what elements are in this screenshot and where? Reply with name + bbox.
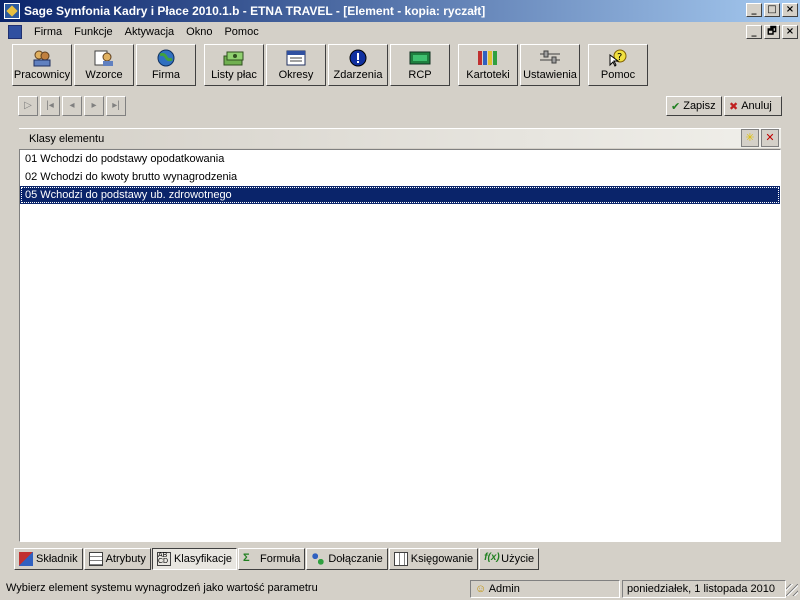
save-button[interactable]: ✔ Zapisz xyxy=(666,96,722,116)
menu-firma[interactable]: Firma xyxy=(28,26,68,38)
toolbar-pomoc-button[interactable]: ? Pomoc xyxy=(588,44,648,86)
tab-klasyfikacje[interactable]: AB CD Klasyfikacje xyxy=(151,548,238,570)
component-icon xyxy=(19,552,33,566)
status-hint: Wybierz element systemu wynagrodzeń jako… xyxy=(6,582,318,594)
delete-icon[interactable]: ✕ xyxy=(761,129,779,147)
tab-atrybuty[interactable]: Atrybuty xyxy=(83,548,151,570)
toolbar-pracownicy-button[interactable]: Pracownicy xyxy=(12,44,72,86)
toolbar-ustawienia-label: Ustawienia xyxy=(523,69,577,81)
cancel-label: Anuluj xyxy=(741,100,772,112)
toolbar-kartoteki-label: Kartoteki xyxy=(466,69,510,81)
toolbar-okresy-button[interactable]: Okresy xyxy=(266,44,326,86)
bottom-tabs: Składnik Atrybuty AB CD Klasyfikacje Σ F… xyxy=(14,548,540,570)
status-bar: Wybierz element systemu wynagrodzeń jako… xyxy=(0,578,800,600)
tab-uzycie-label: Użycie xyxy=(501,553,535,565)
people-icon xyxy=(33,50,51,67)
binders-icon xyxy=(478,51,497,65)
user-icon: ☺ xyxy=(475,583,487,595)
prev-page-icon[interactable]: |◂ xyxy=(40,96,60,116)
tab-ksiegowanie[interactable]: Księgowanie xyxy=(388,548,479,570)
toolbar-okresy-label: Okresy xyxy=(278,69,314,81)
last-icon[interactable]: ▸| xyxy=(106,96,126,116)
info-icon xyxy=(349,49,367,67)
mdi-minimize-button[interactable]: _ xyxy=(746,25,762,39)
help-icon: ? xyxy=(609,49,627,67)
attributes-icon xyxy=(88,552,103,566)
panel-header: Klasy elementu ✳ ✕ xyxy=(19,128,781,148)
first-icon[interactable]: ▷ xyxy=(18,96,38,116)
toolbar-wzorce-button[interactable]: Wzorce xyxy=(74,44,134,86)
globe-icon xyxy=(157,49,175,67)
maximize-button[interactable]: □ xyxy=(764,3,780,17)
save-label: Zapisz xyxy=(683,100,716,112)
window-title: Sage Symfonia Kadry i Płace 2010.1.b - E… xyxy=(24,4,486,18)
toolbar-pracownicy-label: Pracownicy xyxy=(13,69,71,81)
list-item[interactable]: 01 Wchodzi do podstawy opodatkowania xyxy=(20,150,780,168)
toolbar-wzorce-label: Wzorce xyxy=(85,69,123,81)
toolbar-kartoteki-button[interactable]: Kartoteki xyxy=(458,44,518,86)
classes-list[interactable]: 01 Wchodzi do podstawy opodatkowania 02 … xyxy=(19,149,781,542)
status-user-label: Admin xyxy=(488,583,520,595)
next-icon[interactable]: ▸ xyxy=(84,96,104,116)
list-item[interactable]: 02 Wchodzi do kwoty brutto wynagrodzenia xyxy=(20,168,780,186)
toolbar-firma-label: Firma xyxy=(151,69,181,81)
cross-icon: ✖ xyxy=(729,100,739,113)
tab-dolaczanie[interactable]: Dołączanie xyxy=(306,548,388,570)
status-user: ☺ Admin xyxy=(470,580,620,598)
link-icon xyxy=(311,552,326,566)
rcp-icon xyxy=(409,51,431,65)
menu-aktywacja[interactable]: Aktywacja xyxy=(119,26,181,38)
resize-grip-icon[interactable] xyxy=(786,584,798,596)
prev-icon[interactable]: ◂ xyxy=(62,96,82,116)
function-icon: f(x) xyxy=(484,552,500,563)
tab-atrybuty-label: Atrybuty xyxy=(105,553,146,565)
toolbar-listy-plac-button[interactable]: Listy płac xyxy=(204,44,264,86)
list-item-selected[interactable]: 05 Wchodzi do podstawy ub. zdrowotnego xyxy=(20,186,780,204)
sliders-icon xyxy=(540,50,560,64)
status-date: poniedziałek, 1 listopada 2010 xyxy=(622,580,786,598)
tab-klasyfikacje-label: Klasyfikacje xyxy=(173,553,233,565)
menu-pomoc[interactable]: Pomoc xyxy=(218,26,264,38)
toolbar-firma-button[interactable]: Firma xyxy=(136,44,196,86)
menu-okno[interactable]: Okno xyxy=(180,26,218,38)
toolbar-listy-plac-label: Listy płac xyxy=(211,69,257,81)
tab-ksiegowanie-label: Księgowanie xyxy=(410,553,474,565)
toolbar-ustawienia-button[interactable]: Ustawienia xyxy=(520,44,580,86)
menu-funkcje[interactable]: Funkcje xyxy=(68,26,119,38)
mdi-close-button[interactable]: × xyxy=(782,25,798,39)
tab-dolaczanie-label: Dołączanie xyxy=(328,553,383,565)
cancel-button[interactable]: ✖ Anuluj xyxy=(724,96,782,116)
tab-uzycie[interactable]: f(x) Użycie xyxy=(479,548,540,570)
tab-formula-label: Formuła xyxy=(260,553,301,565)
document-icon[interactable] xyxy=(8,25,22,39)
app-icon[interactable] xyxy=(4,3,20,19)
panel-title: Klasy elementu xyxy=(29,132,105,145)
mdi-restore-button[interactable]: 🗗 xyxy=(764,25,780,39)
ledger-icon xyxy=(393,552,408,566)
calendar-icon xyxy=(286,50,306,66)
toolbar-zdarzenia-label: Zdarzenia xyxy=(333,69,383,81)
templates-icon xyxy=(94,50,113,66)
close-button[interactable]: × xyxy=(782,3,798,17)
checkmark-icon: ✔ xyxy=(671,100,681,113)
toolbar-rcp-label: RCP xyxy=(408,69,432,81)
tab-skladnik[interactable]: Składnik xyxy=(14,548,83,570)
minimize-button[interactable]: _ xyxy=(746,3,762,17)
formula-icon: Σ xyxy=(243,552,250,564)
classification-icon: AB CD xyxy=(156,552,171,566)
main-toolbar: Pracownicy Wzorce Firma Listy płac Okres… xyxy=(0,42,800,88)
toolbar-pomoc-label: Pomoc xyxy=(600,69,636,81)
tab-formula[interactable]: Σ Formuła xyxy=(238,548,306,570)
tab-skladnik-label: Składnik xyxy=(36,553,78,565)
menu-bar: Firma Funkcje Aktywacja Okno Pomoc _ 🗗 × xyxy=(0,22,800,42)
money-icon xyxy=(223,51,244,66)
add-icon[interactable]: ✳ xyxy=(741,129,759,147)
title-bar: Sage Symfonia Kadry i Płace 2010.1.b - E… xyxy=(0,0,800,22)
toolbar-rcp-button[interactable]: RCP xyxy=(390,44,450,86)
toolbar-zdarzenia-button[interactable]: Zdarzenia xyxy=(328,44,388,86)
record-navigation-bar: ▷ |◂ ◂ ▸ ▸| ✔ Zapisz ✖ Anuluj xyxy=(0,94,800,118)
